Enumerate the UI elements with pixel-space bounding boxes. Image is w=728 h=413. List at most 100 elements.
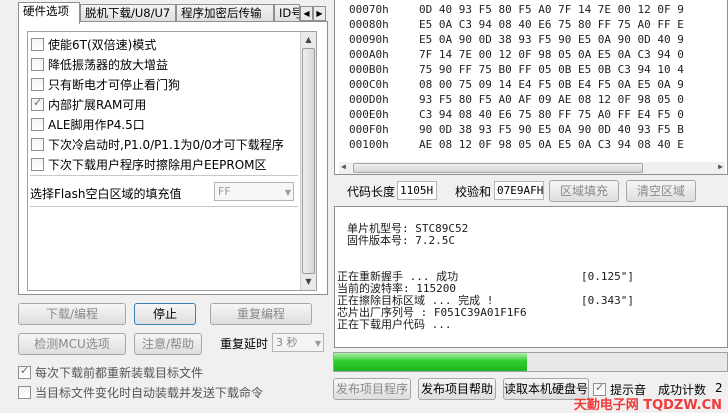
- hex-address: 000E0h: [349, 108, 389, 121]
- repeat-program-button[interactable]: 重复编程: [210, 303, 312, 325]
- options-list: 使能6T(双倍速)模式 降低振荡器的放大增益 只有断电才可停止看门狗 内部扩展R…: [27, 31, 317, 291]
- option-checkbox[interactable]: [31, 117, 44, 131]
- tab-scroll-left-icon[interactable]: ◀: [300, 6, 313, 21]
- options-divider: [30, 206, 298, 207]
- chevron-down-icon: ▼: [314, 339, 321, 348]
- hex-address: 00100h: [349, 138, 389, 151]
- scroll-down-icon[interactable]: ▼: [301, 274, 316, 290]
- option-6t-mode[interactable]: 使能6T(双倍速)模式: [28, 35, 300, 53]
- hex-hscrollbar[interactable]: ◀ ▶: [339, 162, 725, 174]
- scroll-thumb[interactable]: [302, 48, 315, 274]
- fill-value-label: 选择Flash空白区域的填充值: [30, 187, 182, 201]
- option-watchdog[interactable]: 只有断电才可停止看门狗: [28, 75, 300, 93]
- hex-address: 00090h: [349, 33, 389, 46]
- hex-address: 000D0h: [349, 93, 389, 106]
- clear-region-button[interactable]: 清空区域: [626, 180, 696, 202]
- hex-row: 000C0h 08 00 75 09 14 E4 F5 0B E4 F5 0A E…: [349, 77, 684, 92]
- check-mcu-button[interactable]: 检测MCU选项: [18, 333, 126, 355]
- option-checkbox[interactable]: [31, 137, 44, 151]
- publish-help-button[interactable]: 发布项目帮助: [418, 378, 496, 400]
- scroll-right-icon[interactable]: ▶: [718, 162, 723, 171]
- repeat-delay-label: 重复延时: [220, 337, 269, 351]
- option-erase-eeprom[interactable]: 下次下载用户程序时擦除用户EEPROM区: [28, 155, 300, 173]
- hex-bytes: 75 90 FF 75 B0 FF 05 0B E5 0B C3 94 10 4: [419, 63, 684, 76]
- option-label: 内部扩展RAM可用: [48, 97, 147, 112]
- auto-reload-check[interactable]: 当目标文件变化时自动装载并发送下载命令: [18, 384, 263, 400]
- option-label: 只有断电才可停止看门狗: [48, 77, 181, 92]
- option-checkbox[interactable]: [31, 37, 44, 51]
- option-label: 使能6T(双倍速)模式: [48, 37, 157, 52]
- success-count-value: 2: [715, 381, 723, 395]
- progress-fill: [334, 353, 527, 371]
- hex-row: 000F0h 90 0D 38 93 F5 90 E5 0A 90 0D 40 9…: [349, 122, 684, 137]
- options-scrollbar[interactable]: ▲ ▼: [300, 32, 316, 290]
- hex-address: 000A0h: [349, 48, 389, 61]
- download-button[interactable]: 下载/编程: [18, 303, 126, 325]
- option-cold-start[interactable]: 下次冷启动时,P1.0/P1.1为0/0才可下载程序: [28, 135, 300, 153]
- chevron-down-icon: ▼: [284, 188, 291, 197]
- hex-row: 00080h E5 0A C3 94 08 40 E6 75 80 FF 75 A…: [349, 17, 684, 32]
- option-ale-pin[interactable]: ALE脚用作P4.5口: [28, 115, 300, 133]
- code-length-value: 1105H: [397, 181, 437, 200]
- option-reduce-gain[interactable]: 降低振荡器的放大增益: [28, 55, 300, 73]
- fill-value-text: FF: [218, 185, 231, 198]
- hex-row: 000A0h 7F 14 7E 00 12 0F 98 05 0A E5 0A C…: [349, 47, 684, 62]
- code-length-label: 代码长度: [347, 185, 396, 199]
- region-fill-button[interactable]: 区域填充: [549, 180, 619, 202]
- reload-before-download-check[interactable]: 每次下载前都重新装载目标文件: [18, 364, 203, 380]
- log-text: 正在下载用户代码 ...: [337, 318, 452, 331]
- scroll-thumb[interactable]: [353, 163, 643, 173]
- options-divider: [30, 175, 298, 176]
- hex-address: 00080h: [349, 18, 389, 31]
- log-output[interactable]: 单片机型号: STC89C52 固件版本号: 7.2.5C 正在重新握手 ...…: [334, 206, 728, 348]
- option-checkbox[interactable]: [31, 57, 44, 71]
- hex-view[interactable]: 00070h 0D 40 93 F5 80 F5 A0 7F 14 7E 00 1…: [334, 0, 728, 175]
- hex-bytes: 0D 40 93 F5 80 F5 A0 7F 14 7E 00 12 0F 9: [419, 3, 684, 16]
- checkbox[interactable]: [18, 364, 31, 379]
- hex-address: 000B0h: [349, 63, 389, 76]
- option-label: 降低振荡器的放大增益: [48, 57, 169, 72]
- log-text: 固件版本号: 7.2.5C: [347, 234, 455, 247]
- option-checkbox[interactable]: [31, 77, 44, 91]
- scroll-up-icon[interactable]: ▲: [301, 32, 316, 48]
- tab-hardware-options[interactable]: 硬件选项: [18, 2, 80, 24]
- site-watermark: 天勤电子网 TQDZW.CN: [573, 398, 722, 413]
- help-button[interactable]: 注意/帮助: [134, 333, 202, 355]
- check-label: 当目标文件变化时自动装载并发送下载命令: [35, 385, 264, 400]
- download-progress-bar: [333, 352, 728, 372]
- hex-bytes: C3 94 08 40 E6 75 80 FF 75 A0 FF E4 F5 0: [419, 108, 684, 121]
- hex-address: 00070h: [349, 3, 389, 16]
- hex-bytes: 93 F5 80 F5 A0 AF 09 AE 08 12 0F 98 05 0: [419, 93, 684, 106]
- checksum-value: 07E9AFH: [494, 181, 544, 200]
- scroll-left-icon[interactable]: ◀: [341, 162, 346, 171]
- option-label: ALE脚用作P4.5口: [48, 117, 145, 132]
- hardware-options-panel: 使能6T(双倍速)模式 降低振荡器的放大增益 只有断电才可停止看门狗 内部扩展R…: [18, 21, 328, 295]
- hex-row: 00100h AE 08 12 0F 98 05 0A E5 0A C3 94 0…: [349, 137, 684, 152]
- hex-bytes: 90 0D 38 93 F5 90 E5 0A 90 0D 40 93 F5 B: [419, 123, 684, 136]
- log-time: [0.343"]: [581, 294, 634, 307]
- hex-address: 000C0h: [349, 78, 389, 91]
- hex-row: 00090h E5 0A 90 0D 38 93 F5 90 E5 0A 90 0…: [349, 32, 684, 47]
- tab-strip: 硬件选项 脱机下载/U8/U7 程序加密后传输 ID号 ◀▶: [18, 2, 328, 24]
- stop-button[interactable]: 停止: [134, 303, 196, 325]
- fill-value-select[interactable]: FF ▼: [214, 182, 294, 201]
- hex-bytes: E5 0A 90 0D 38 93 F5 90 E5 0A 90 0D 40 9: [419, 33, 684, 46]
- option-checkbox[interactable]: [31, 96, 44, 111]
- publish-project-button[interactable]: 发布项目程序: [333, 378, 411, 400]
- checkbox[interactable]: [18, 385, 31, 399]
- option-checkbox[interactable]: [31, 157, 44, 171]
- option-label: 下次下载用户程序时擦除用户EEPROM区: [48, 157, 267, 172]
- hex-row: 000B0h 75 90 FF 75 B0 FF 05 0B E5 0B C3 9…: [349, 62, 684, 77]
- tab-scroll-buttons: ◀ ▶: [300, 5, 328, 22]
- option-label: 下次冷启动时,P1.0/P1.1为0/0才可下载程序: [48, 137, 284, 152]
- checksum-label: 校验和: [455, 185, 492, 199]
- repeat-delay-select[interactable]: 3 秒 ▼: [272, 333, 324, 352]
- hex-row: 000D0h 93 F5 80 F5 A0 AF 09 AE 08 12 0F 9…: [349, 92, 684, 107]
- log-time: [0.125"]: [581, 270, 634, 283]
- tab-scroll-right-icon[interactable]: ▶: [313, 6, 326, 21]
- hex-bytes: 7F 14 7E 00 12 0F 98 05 0A E5 0A C3 94 0: [419, 48, 684, 61]
- hex-row: 000E0h C3 94 08 40 E6 75 80 FF 75 A0 FF E…: [349, 107, 684, 122]
- check-label: 每次下载前都重新装载目标文件: [35, 365, 204, 380]
- option-internal-ram[interactable]: 内部扩展RAM可用: [28, 95, 300, 113]
- hex-bytes: 08 00 75 09 14 E4 F5 0B E4 F5 0A E5 0A 9: [419, 78, 684, 91]
